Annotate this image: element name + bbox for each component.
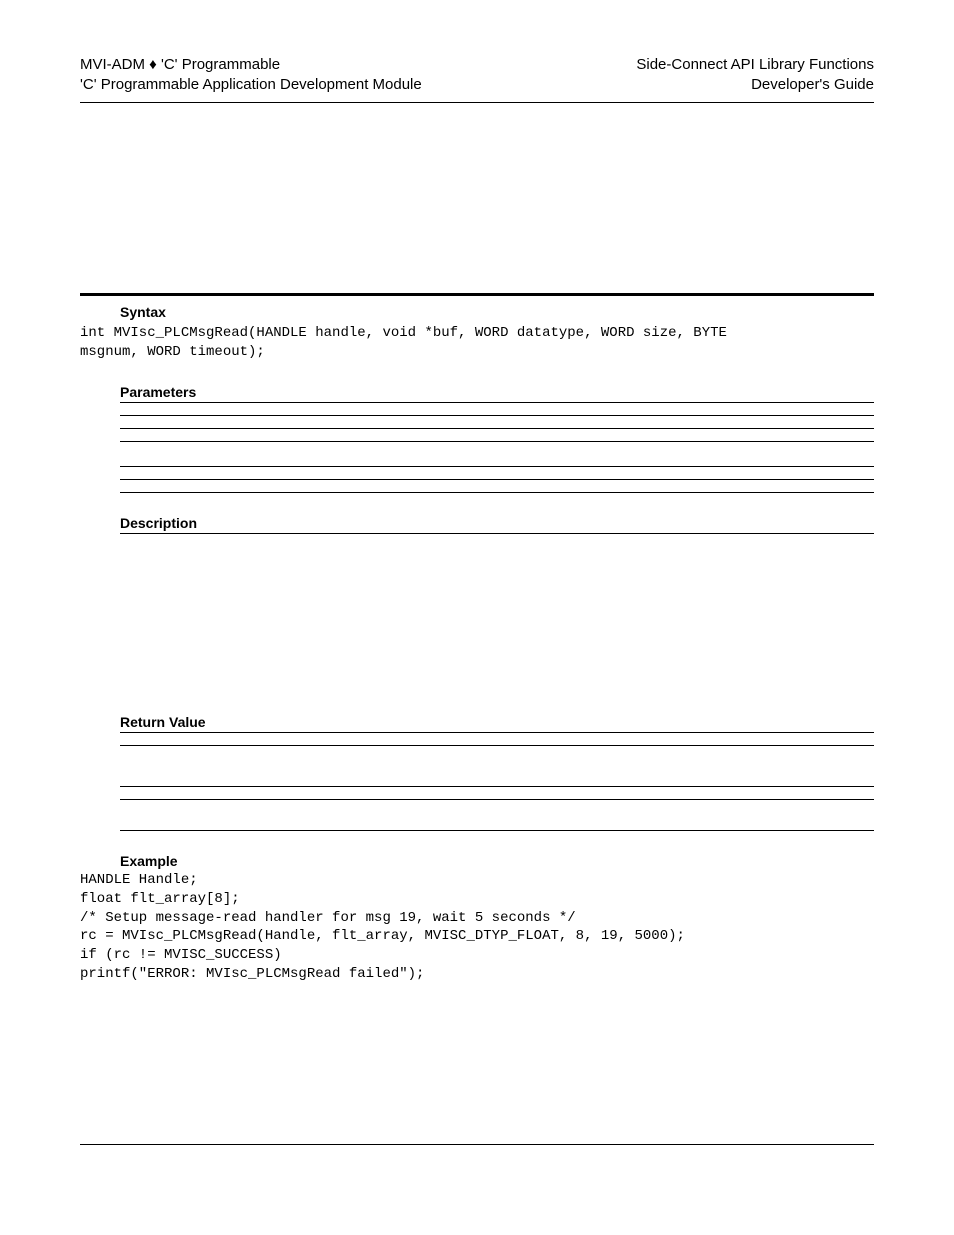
return-value-heading: Return Value — [120, 714, 874, 730]
example-heading: Example — [120, 853, 874, 869]
description-body — [80, 534, 874, 714]
return-value-table — [120, 733, 874, 831]
syntax-code: int MVIsc_PLCMsgRead(HANDLE handle, void… — [80, 324, 874, 362]
header-left: MVI-ADM ♦ 'C' Programmable 'C' Programma… — [80, 55, 422, 94]
parameters-heading: Parameters — [120, 384, 874, 400]
header-divider — [80, 102, 874, 103]
top-section-rule — [80, 293, 874, 296]
description-heading: Description — [120, 515, 874, 531]
header-right: Side-Connect API Library Functions Devel… — [636, 55, 874, 94]
header-right-line2: Developer's Guide — [636, 75, 874, 95]
header-left-line1: MVI-ADM ♦ 'C' Programmable — [80, 55, 422, 75]
content-area: Syntax int MVIsc_PLCMsgRead(HANDLE handl… — [80, 293, 874, 984]
page-footer — [80, 1144, 874, 1145]
example-code: HANDLE Handle; float flt_array[8]; /* Se… — [80, 871, 874, 984]
parameters-table — [120, 403, 874, 493]
page: MVI-ADM ♦ 'C' Programmable 'C' Programma… — [0, 0, 954, 1235]
footer-divider — [80, 1144, 874, 1145]
header-left-line2: 'C' Programmable Application Development… — [80, 75, 422, 95]
table-row — [120, 830, 874, 831]
page-header: MVI-ADM ♦ 'C' Programmable 'C' Programma… — [80, 55, 874, 94]
syntax-heading: Syntax — [120, 304, 874, 320]
header-right-line1: Side-Connect API Library Functions — [636, 55, 874, 75]
table-row — [120, 492, 874, 493]
